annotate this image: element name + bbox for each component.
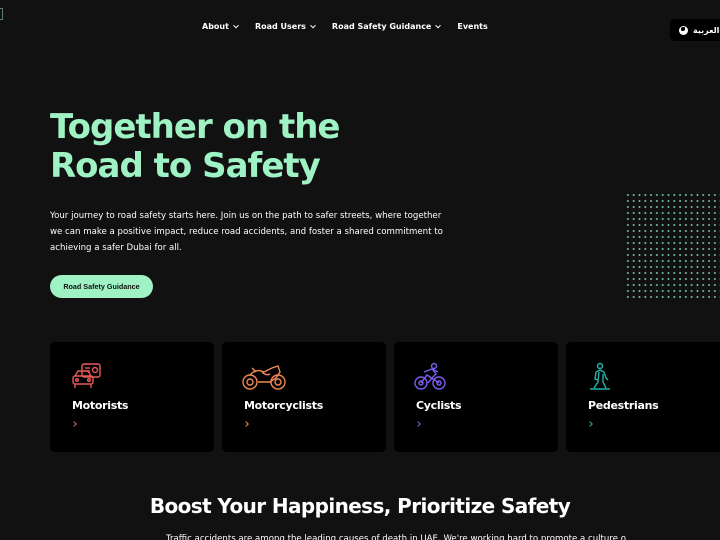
- nav-item-label: About: [202, 22, 229, 31]
- nav-item-about[interactable]: About: [202, 22, 239, 31]
- hero-title-line1: Together on the: [50, 107, 340, 147]
- chevron-right-icon: [587, 421, 593, 427]
- main-nav: About Road Users Road Safety Guidance Ev…: [202, 22, 505, 31]
- chevron-right-icon: [415, 421, 421, 427]
- card-pedestrians[interactable]: Pedestrians: [566, 342, 720, 452]
- chevron-down-icon: [435, 22, 442, 28]
- card-label: Motorcyclists: [244, 399, 323, 412]
- nav-item-label: Road Users: [254, 22, 306, 31]
- nav-item-road-users[interactable]: Road Users: [254, 22, 316, 31]
- pedestrian-icon: [590, 362, 610, 390]
- card-motorists[interactable]: Motorists: [50, 342, 214, 452]
- chevron-down-icon: [310, 22, 316, 28]
- section-title: Boost Your Happiness, Prioritize Safety: [149, 494, 571, 518]
- nav-item-road-safety-guidance[interactable]: Road Safety Guidance: [331, 22, 442, 31]
- road-safety-guidance-button[interactable]: Road Safety Guidance: [50, 275, 153, 298]
- motorcycle-icon: [242, 365, 286, 390]
- card-label: Pedestrians: [588, 399, 659, 412]
- card-motorcyclists[interactable]: Motorcyclists: [222, 342, 386, 452]
- dot-pattern-decoration: [625, 192, 720, 298]
- language-toggle-button[interactable]: العربية: [670, 19, 720, 41]
- language-label: العربية: [693, 25, 720, 35]
- nav-item-label: Events: [457, 22, 488, 31]
- chevron-right-icon: [243, 421, 249, 427]
- cyclist-icon: [414, 362, 446, 390]
- car-license-icon: [72, 363, 101, 388]
- hero-title-line2: Road to Safety: [50, 146, 321, 186]
- globe-icon: [679, 25, 688, 35]
- hero-title: Together on the Road to Safety: [50, 107, 340, 186]
- section-text: Traffic accidents are among the leading …: [166, 534, 626, 540]
- chevron-down-icon: [233, 22, 239, 28]
- nav-item-events[interactable]: Events: [457, 22, 487, 31]
- road-users-cards: Motorists Motorcyclists Cyclists Pedestr…: [50, 342, 720, 452]
- card-label: Motorists: [72, 399, 129, 412]
- hero-description: Your journey to road safety starts here.…: [50, 211, 443, 253]
- card-cyclists[interactable]: Cyclists: [394, 342, 558, 452]
- logo[interactable]: [0, 8, 3, 20]
- card-label: Cyclists: [416, 399, 462, 412]
- nav-item-label: Road Safety Guidance: [331, 22, 432, 31]
- chevron-right-icon: [71, 421, 77, 427]
